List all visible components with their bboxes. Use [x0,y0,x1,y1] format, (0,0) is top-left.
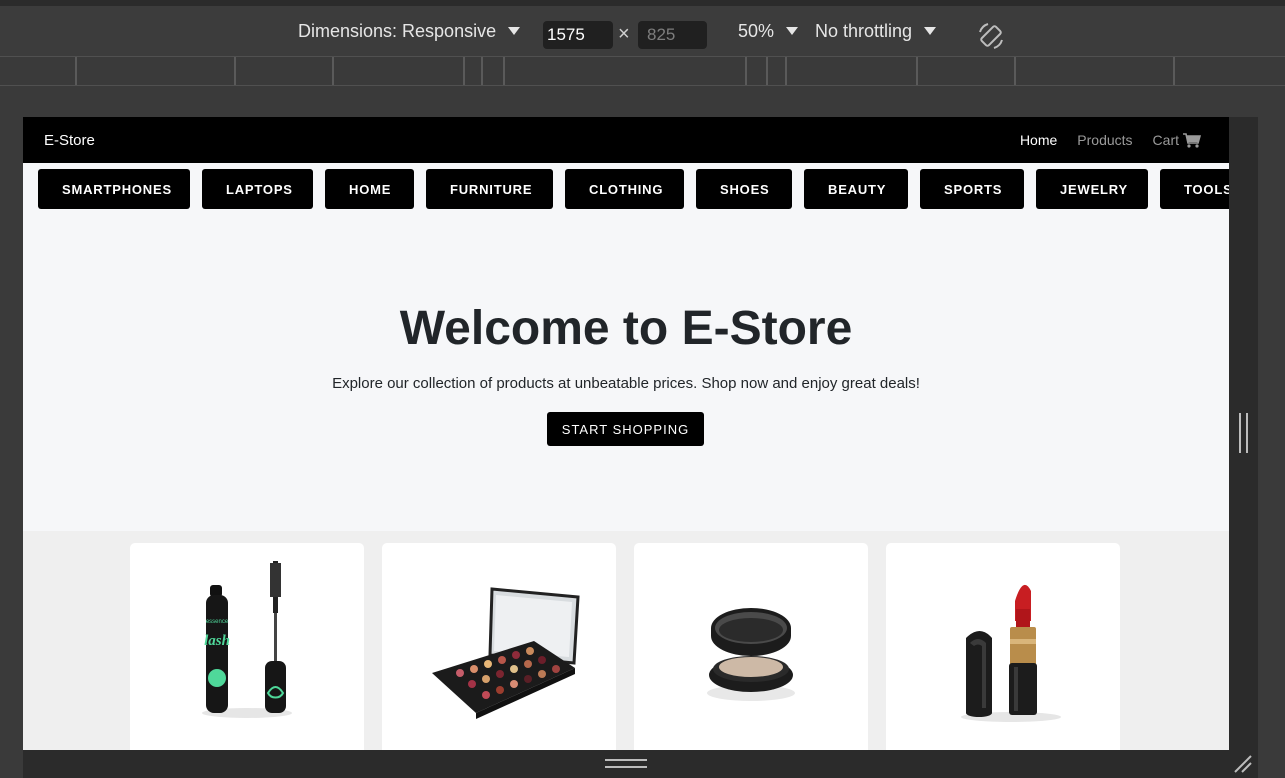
site-navbar: E-Store Home Products Cart [23,117,1229,163]
product-card[interactable]: essence lash [130,543,364,750]
nav-cart-link[interactable]: Cart [1153,132,1201,148]
hero-section: Welcome to E-Store Explore our collectio… [23,213,1229,531]
brand-link[interactable]: E-Store [44,132,95,149]
corner-resize-handle[interactable] [1233,754,1253,774]
width-input[interactable]: 1575 [543,21,613,49]
rotate-icon [979,23,1003,49]
chevron-down-icon [786,27,799,35]
times-symbol: × [618,23,630,45]
devtools-device-mode: Dimensions: Responsive 1575 × 825 50% No… [0,0,1285,778]
zoom-label: 50% [738,20,775,41]
nav-products-link[interactable]: Products [1077,132,1132,148]
bottom-resize-handle[interactable] [23,750,1258,778]
product-card[interactable] [634,543,868,750]
dimensions-dropdown[interactable]: Dimensions: Responsive [298,6,521,56]
zoom-dropdown[interactable]: 50% [738,6,799,56]
rotate-button[interactable] [975,20,1007,52]
product-card[interactable] [382,543,616,750]
nav-cart-label: Cart [1152,132,1179,148]
chevron-down-icon [508,27,521,35]
category-jewelry-button[interactable]: JEWELRY [1036,169,1148,209]
category-home-button[interactable]: HOME [325,169,414,209]
powder-compact-image [707,608,795,701]
web-page: E-Store Home Products Cart SMARTPHONES L… [23,117,1229,750]
chevron-down-icon [924,27,937,35]
throttling-dropdown[interactable]: No throttling [815,6,937,56]
category-tools-button[interactable]: TOOLS [1160,169,1229,209]
resize-grip [1239,413,1248,453]
category-smartphones-button[interactable]: SMARTPHONES [38,169,190,209]
nav-home-link[interactable]: Home [1020,132,1057,148]
category-sports-button[interactable]: SPORTS [920,169,1024,209]
mascara-image: essence lash [202,561,292,718]
category-shoes-button[interactable]: SHOES [696,169,792,209]
height-input[interactable]: 825 [638,21,707,49]
hero-title: Welcome to E-Store [399,302,853,355]
category-bar: SMARTPHONES LAPTOPS HOME FURNITURE CLOTH… [38,169,1229,209]
nav-links: Home Products Cart [1020,132,1201,148]
dimensions-label: Dimensions: Responsive [298,20,497,41]
throttling-label: No throttling [815,20,913,41]
eyeshadow-palette-image [432,587,580,719]
start-shopping-button[interactable]: START SHOPPING [547,412,704,446]
category-laptops-button[interactable]: LAPTOPS [202,169,313,209]
category-beauty-button[interactable]: BEAUTY [804,169,908,209]
hero-subtitle: Explore our collection of products at un… [332,375,920,392]
product-grid: essence lash [23,531,1229,750]
device-toolbar: Dimensions: Responsive 1575 × 825 50% No… [0,6,1285,56]
media-query-ruler[interactable] [0,56,1285,86]
lipstick-image [961,584,1061,722]
resize-grip [605,759,647,768]
svg-text:essence: essence [206,619,229,625]
product-card[interactable] [886,543,1120,750]
cart-icon [1183,132,1201,148]
svg-text:lash: lash [204,633,230,649]
category-furniture-button[interactable]: FURNITURE [426,169,553,209]
right-resize-handle[interactable] [1229,117,1258,750]
category-clothing-button[interactable]: CLOTHING [565,169,684,209]
resize-corner-icon [1234,755,1252,773]
